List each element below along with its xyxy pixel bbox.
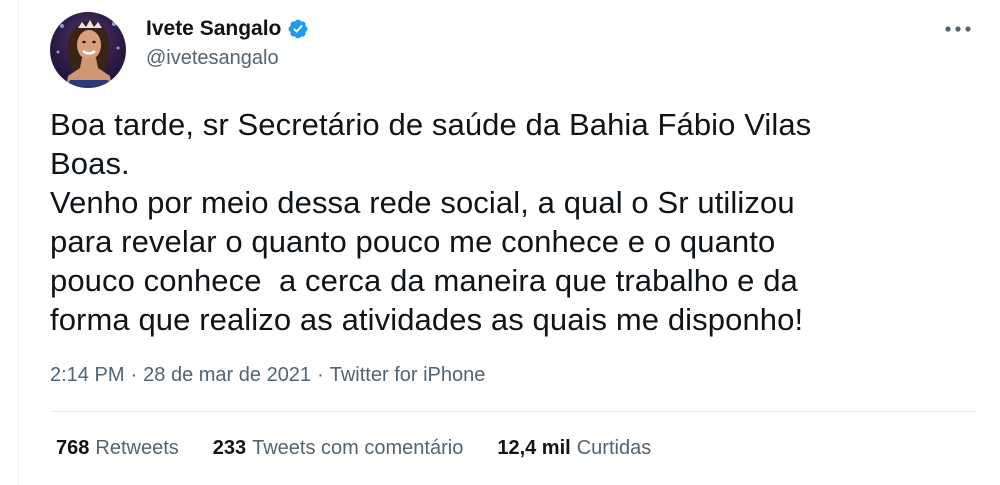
tweet-text: Boa tarde, sr Secretário de saúde da Bah… [50,107,812,337]
tweet-card: Ivete Sangalo @ivetesangalo Boa tarde, s… [0,0,1000,485]
meta-separator: · [317,364,324,386]
engagement-stats: 768 Retweets 233 Tweets com comentário 1… [56,437,685,460]
retweets-count: 768 [56,437,90,459]
retweets-label: Retweets [95,437,179,459]
likes-count: 12,4 mil [497,437,571,459]
author-name-row: Ivete Sangalo [146,14,309,44]
tweet-time[interactable]: 2:14 PM [50,364,124,387]
quote-tweets-count: 233 [212,437,247,459]
tweet-source[interactable]: Twitter for iPhone [330,364,486,387]
timeline-border [18,0,19,485]
author-display-name[interactable]: Ivete Sangalo [146,17,281,41]
author-handle[interactable]: @ivetesangalo [146,47,309,70]
verified-badge-icon [287,18,309,40]
author-block: Ivete Sangalo @ivetesangalo [146,14,309,70]
meta-separator: · [130,364,138,386]
tweet-meta: 2:14 PM · 28 de mar de 2021 · Twitter fo… [50,364,485,387]
more-horizontal-icon [945,26,971,32]
likes-stat[interactable]: 12,4 mil Curtidas [497,437,651,460]
avatar-photo [56,20,120,88]
retweets-stat[interactable]: 768 Retweets [56,437,179,460]
avatar[interactable] [50,12,126,88]
divider [50,411,976,412]
tweet-date[interactable]: 28 de mar de 2021 [143,364,311,387]
quote-tweets-stat[interactable]: 233 Tweets com comentário [213,437,464,460]
quote-tweets-label: Tweets com comentário [252,437,464,459]
more-options-button[interactable] [940,14,976,44]
likes-label: Curtidas [576,437,652,459]
